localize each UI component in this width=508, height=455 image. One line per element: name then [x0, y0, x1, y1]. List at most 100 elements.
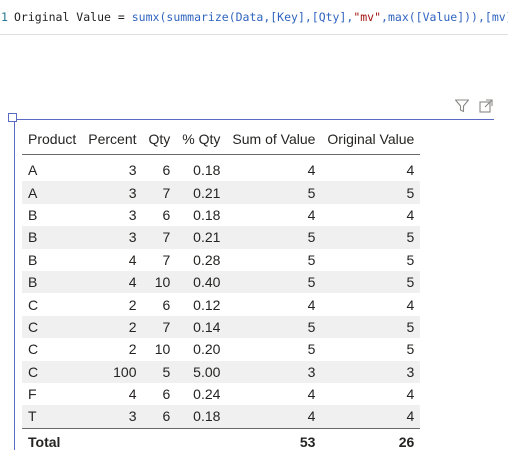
- total-row: Total 53 26: [22, 427, 421, 455]
- cell-percent: 3: [82, 405, 143, 429]
- cell-pct-qty: 0.24: [193, 386, 221, 403]
- cell-qty: 7: [142, 315, 177, 339]
- cell-qty: 10: [154, 341, 171, 358]
- cell-qty: 6: [162, 296, 171, 313]
- total-qty: [142, 427, 177, 455]
- cell-product: A: [22, 181, 83, 204]
- filter-icon[interactable]: [454, 98, 470, 114]
- cell-percent: 4: [128, 386, 137, 403]
- cell-original-value: 4: [321, 405, 421, 429]
- table-visual[interactable]: Product Percent Qty % Qty Sum of Value O…: [8, 99, 494, 455]
- cell-sum-of-value: 5: [226, 181, 322, 204]
- cell-sum-of-value: 4: [307, 296, 316, 313]
- focus-mode-icon[interactable]: [478, 98, 494, 114]
- formula-args-1: (Data,[Key],[Qty],: [228, 10, 354, 24]
- table-row: C 100 5 5.00 3 3: [22, 360, 421, 383]
- table-header-row: Product Percent Qty % Qty Sum of Value O…: [22, 124, 421, 155]
- cell-sum-of-value: 5: [226, 226, 322, 249]
- column-header-sum-of-value[interactable]: Sum of Value: [226, 124, 322, 155]
- cell-product: B: [28, 251, 38, 268]
- formula-args-2: ([Value])),[mv]): [408, 10, 508, 24]
- cell-product: C: [28, 341, 39, 358]
- cell-pct-qty: 0.40: [176, 270, 227, 294]
- cell-original-value: 5: [321, 226, 421, 249]
- total-percent: [82, 427, 143, 455]
- visual-selection-border-top: [14, 119, 494, 120]
- table-row: B 4 10 0.40 5 5: [22, 270, 421, 294]
- cell-original-value: 4: [406, 206, 415, 223]
- total-sum-of-value: 53: [226, 427, 322, 455]
- cell-percent: 3: [82, 181, 143, 204]
- formula-bar[interactable]: 1 Original Value = sumx(summarize(Data,[…: [0, 0, 508, 35]
- total-label: Total: [22, 427, 83, 455]
- cell-percent: 4: [128, 251, 137, 268]
- column-header-original-value[interactable]: Original Value: [321, 124, 421, 155]
- table-row: A 3 7 0.21 5 5: [22, 181, 421, 204]
- cell-qty: 6: [162, 206, 171, 223]
- column-header-percent[interactable]: Percent: [82, 124, 143, 155]
- cell-pct-qty: 0.20: [193, 341, 221, 358]
- cell-qty: 6: [142, 405, 177, 429]
- cell-qty: 6: [162, 162, 171, 179]
- table-row: B 3 6 0.18 4 4: [22, 204, 420, 226]
- column-header-product[interactable]: Product: [22, 124, 83, 155]
- cell-sum-of-value: 3: [226, 360, 322, 383]
- total-pct-qty: [176, 427, 227, 455]
- cell-percent: 4: [82, 270, 143, 294]
- cell-pct-qty: 0.18: [176, 405, 227, 429]
- cell-qty: 7: [142, 181, 177, 204]
- cell-product: C: [22, 360, 83, 383]
- table-row: B 4 7 0.28 5 5: [22, 249, 420, 271]
- cell-sum-of-value: 4: [307, 386, 316, 403]
- data-table: Product Percent Qty % Qty Sum of Value O…: [22, 124, 421, 455]
- cell-sum-of-value: 4: [307, 206, 316, 223]
- table-row: C 2 10 0.20 5 5: [22, 338, 420, 360]
- visual-resize-handle[interactable]: [8, 113, 17, 122]
- table-row: F 4 6 0.24 4 4: [22, 383, 420, 405]
- cell-original-value: 5: [321, 315, 421, 339]
- cell-original-value: 5: [406, 341, 415, 358]
- table-row: C 2 6 0.12 4 4: [22, 293, 420, 315]
- cell-sum-of-value: 5: [226, 270, 322, 294]
- cell-original-value: 5: [406, 251, 415, 268]
- cell-original-value: 4: [406, 296, 415, 313]
- cell-pct-qty: 0.28: [193, 251, 221, 268]
- column-header-pct-qty[interactable]: % Qty: [176, 124, 227, 155]
- cell-sum-of-value: 5: [307, 251, 316, 268]
- formula-operator: =: [117, 10, 125, 24]
- cell-qty: 7: [162, 251, 171, 268]
- cell-percent: 3: [82, 226, 143, 249]
- formula-measure-name: Original Value: [14, 10, 111, 24]
- cell-sum-of-value: 4: [307, 162, 316, 179]
- cell-pct-qty: 0.21: [176, 181, 227, 204]
- cell-product: A: [28, 162, 38, 179]
- cell-percent: 100: [82, 360, 143, 383]
- cell-pct-qty: 5.00: [176, 360, 227, 383]
- cell-product: B: [28, 206, 38, 223]
- cell-original-value: 4: [406, 386, 415, 403]
- formula-expression[interactable]: Original Value = sumx(summarize(Data,[Ke…: [14, 0, 508, 34]
- cell-sum-of-value: 4: [226, 405, 322, 429]
- cell-original-value: 5: [321, 181, 421, 204]
- table-row: C 2 7 0.14 5 5: [22, 315, 421, 339]
- table-row: B 3 7 0.21 5 5: [22, 226, 421, 249]
- cell-product: B: [22, 270, 83, 294]
- table-row: A 3 6 0.18 4 4: [22, 155, 420, 182]
- column-header-qty[interactable]: Qty: [142, 124, 177, 155]
- formula-fn-max: max: [387, 10, 409, 24]
- cell-product: C: [22, 315, 83, 339]
- formula-string-mv: "mv": [353, 10, 382, 24]
- cell-qty: 10: [142, 270, 177, 294]
- cell-qty: 7: [142, 226, 177, 249]
- visual-selection-border-left: [14, 119, 15, 450]
- cell-pct-qty: 0.21: [176, 226, 227, 249]
- cell-product: B: [22, 226, 83, 249]
- cell-pct-qty: 0.18: [193, 206, 221, 223]
- formula-fn-sumx: sumx: [131, 10, 160, 24]
- cell-percent: 3: [128, 206, 137, 223]
- cell-percent: 3: [128, 162, 137, 179]
- cell-percent: 2: [82, 315, 143, 339]
- total-original-value: 26: [321, 427, 421, 455]
- formula-line-number: 1: [1, 10, 8, 24]
- cell-pct-qty: 0.18: [193, 162, 221, 179]
